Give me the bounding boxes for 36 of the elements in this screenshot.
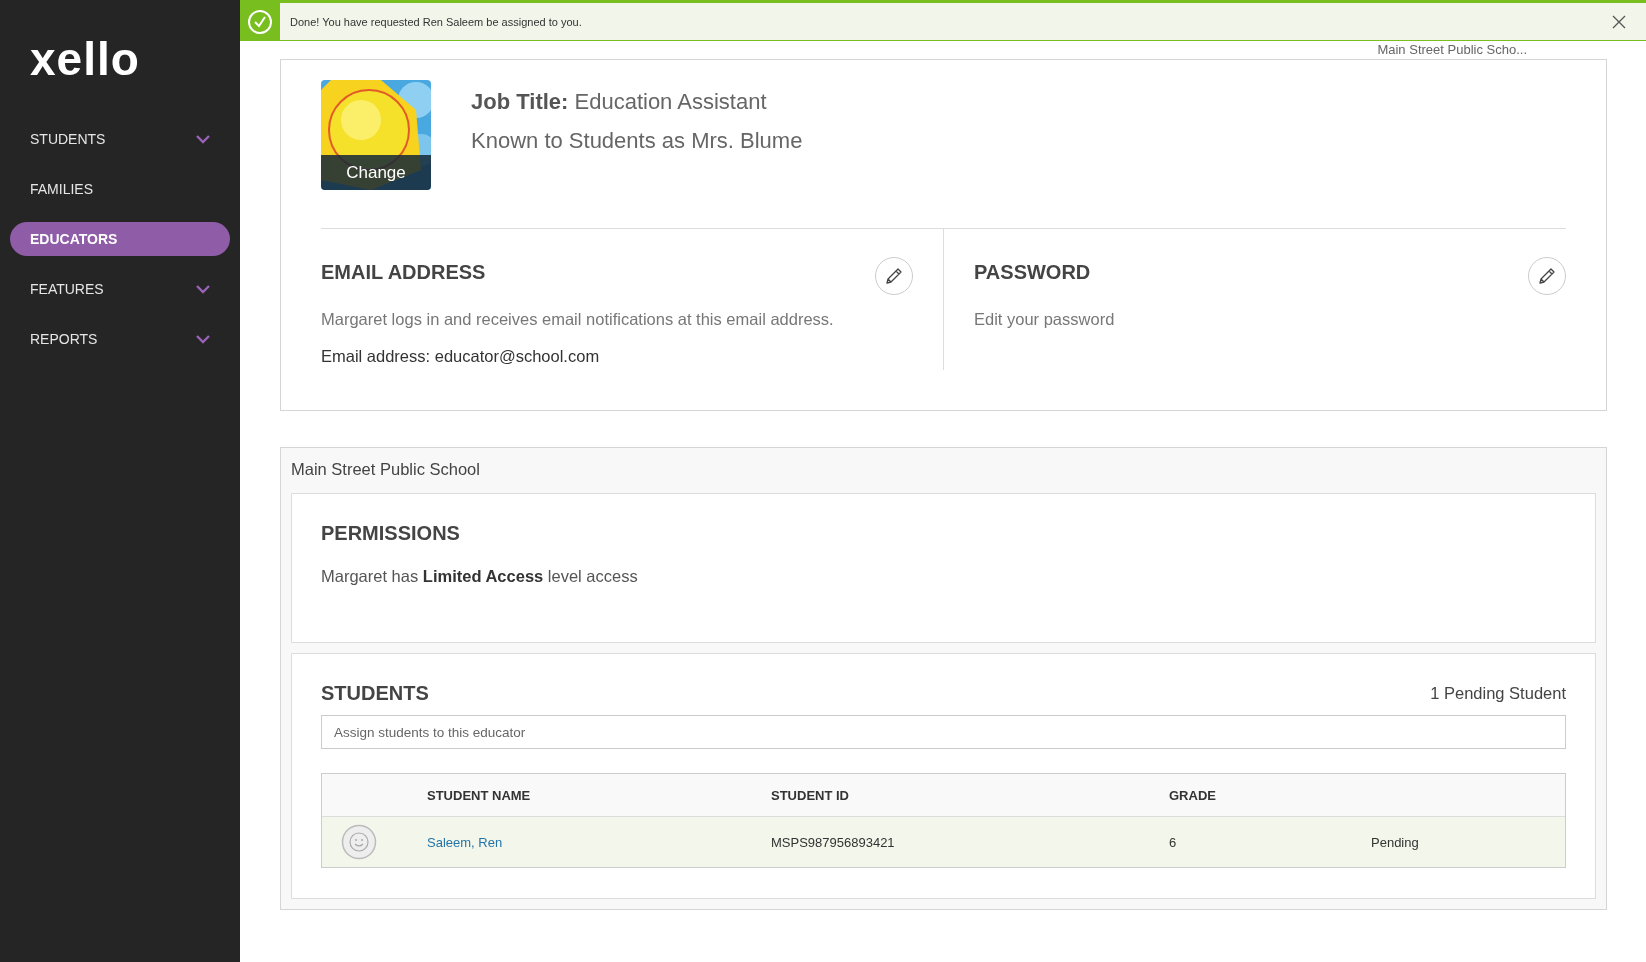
change-photo-button[interactable]: Change <box>321 155 431 190</box>
section-heading: EMAIL ADDRESS <box>321 261 486 284</box>
column-header: STUDENT ID <box>771 787 850 803</box>
nav-item[interactable]: REPORTS <box>10 322 230 356</box>
email-description: Margaret logs in and receives email notifications at this email address. <box>321 310 835 329</box>
nav-item[interactable]: FAMILIES <box>10 172 230 206</box>
email-address: Email address: educator@school.com <box>321 347 601 366</box>
section-heading: STUDENTS <box>321 682 429 705</box>
school-name[interactable]: Main Street Public Scho... <box>1377 41 1527 57</box>
table-cell-text: MSPS987956893421 <box>771 834 896 850</box>
close-icon[interactable] <box>1612 14 1626 29</box>
table-cell-text: 6 <box>1169 834 1178 850</box>
nav-item[interactable]: STUDENTS <box>10 122 230 156</box>
school-title: Main Street Public School <box>291 460 481 479</box>
pending-count: 1 Pending Student <box>1430 684 1566 703</box>
section-heading: PERMISSIONS <box>321 522 460 545</box>
password-description: Edit your password <box>974 310 1116 329</box>
column-header: STUDENT NAME <box>427 787 532 803</box>
edit-button[interactable] <box>1528 257 1566 295</box>
column-header: GRADE <box>1169 787 1217 803</box>
job-title: Job Title: Education Assistant <box>471 88 768 116</box>
nav-item[interactable]: FEATURES <box>10 272 230 306</box>
permissions-text: Margaret has Limited Access level access <box>321 567 639 586</box>
status-text: Pending <box>1371 834 1420 850</box>
student-name-link[interactable]: Saleem, Ren <box>427 834 503 850</box>
known-as-name: Known to Students as Mrs. Blume <box>471 127 803 155</box>
section-heading: PASSWORD <box>974 261 1091 284</box>
notification-message: Done! You have requested Ren Saleem be assigned to you. <box>290 15 583 28</box>
edit-button[interactable] <box>875 257 913 295</box>
smiley-avatar-icon <box>341 824 377 860</box>
check-circle-icon <box>247 8 273 35</box>
nav-item[interactable]: EDUCATORS <box>10 222 230 256</box>
logo: xello <box>30 32 141 87</box>
assign-students-field[interactable]: Assign students to this educator <box>321 715 1566 749</box>
pencil-icon <box>884 266 904 286</box>
pencil-icon <box>1537 266 1557 286</box>
